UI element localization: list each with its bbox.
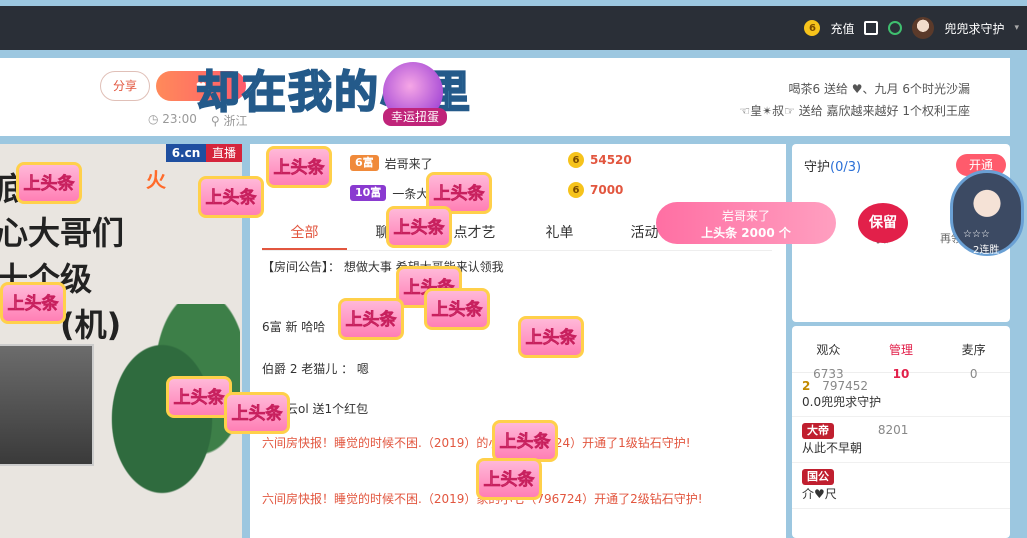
user-name: 从此不早朝 [802,441,863,455]
tab-viewers[interactable]: 观众 6733 [792,326,865,381]
toutiao-sticker: 上头条 [166,376,232,418]
guard-title: 守护(0/3) [804,160,862,175]
tab-mic-queue[interactable]: 麦序 0 [937,326,1010,381]
rank-row[interactable]: 10富 一条大 [350,182,428,204]
time-text: ◷ 23:00 [148,112,197,126]
gift-news-2: ☜皇✴叔☞ 送给 嘉欣越来越好 1个权利王座 [739,104,970,118]
toutiao-sticker: 上头条 [424,288,490,330]
user-id: 797452 [822,379,868,393]
toutiao-sticker: 上头条 [492,420,558,462]
top-bar: 6 充值 兜兜求守护 ▾ [0,6,1027,50]
coin-icon: 6 [568,152,584,168]
rank-icon: 2 [802,379,811,393]
fire-icon: 火 [146,168,166,192]
gift-news-1: 喝茶6 送给 ♥、九月 6个时光沙漏 [788,82,970,96]
streak-text: 2连胜 [973,245,1000,256]
toutiao-sticker: 上头条 [386,206,452,248]
rank-tag: 6富 [350,155,379,171]
cat-image [0,344,94,466]
rank-row[interactable]: 6富 岩哥来了 [350,152,433,174]
video-text: 心大哥们 [0,214,125,252]
toutiao-sticker: 上头条 [198,176,264,218]
gift-banner-sender: 岩哥来了 [721,209,770,223]
site-logo: 6.cn [166,144,206,162]
stars-text: ☆☆☆ [963,229,990,240]
tab-gifts[interactable]: 礼单 [517,222,602,250]
user-avatar[interactable] [912,17,935,39]
audience-row[interactable]: 国公 介♥尺 [792,463,1010,509]
keep-badge[interactable]: 保留 [858,203,908,243]
toutiao-sticker: 上头条 [16,162,82,204]
audience-tabs: 观众 6733 管理 10 麦序 0 [792,326,1010,381]
user-name: 介♥尺 [802,487,837,501]
gift-banner: 岩哥来了 上头条 2000 个 [656,202,836,244]
rank-name: 岩哥来了 [384,156,433,171]
live-badge: 直播 [206,144,242,162]
top-bar-actions: 6 充值 兜兜求守护 ▾ [804,6,1019,50]
toutiao-sticker: 上头条 [476,458,542,500]
toutiao-sticker: 上头条 [224,392,290,434]
gift-banner-gift: 上头条 2000 个 [701,226,791,240]
toutiao-sticker: 上头条 [0,282,66,324]
toutiao-sticker: 上头条 [266,146,332,188]
share-button[interactable]: 分享 [100,71,150,101]
toutiao-sticker: 上头条 [518,316,584,358]
recharge-link[interactable]: 充值 [830,20,854,37]
audience-panel: 观众 6733 管理 10 麦序 0 2 797452 0.0兜兜求守护 大帝 820… [792,326,1010,538]
coin-icon: 6 [804,20,821,36]
tab-admins[interactable]: 管理 10 [865,326,938,381]
audience-row[interactable]: 大帝 8201 从此不早朝 [792,417,1010,463]
anchor-avatar[interactable]: ☆☆☆ 2连胜 [950,170,1024,256]
chat-message: 伯爵 2 老猫儿 ： 嗯 [262,362,369,376]
announcement: 【房间公告】： 想做大事 希望大哥能来认领我 [262,260,504,274]
lucky-egg-label[interactable]: 幸运扭蛋 [383,108,447,126]
toutiao-sticker: 上头条 [338,298,404,340]
rank-value: 6 7000 [568,182,623,198]
rank-tag: 10富 [350,185,387,201]
user-id: 8201 [877,423,909,437]
rank-value: 6 54520 [568,152,632,168]
plant-image [110,304,240,534]
edit-icon[interactable] [864,21,879,35]
user-name: 0.0兜兜求守护 [802,395,882,409]
rank-name: 一条大 [392,186,429,201]
title-badge: 国公 [802,469,834,485]
chevron-down-icon[interactable]: ▾ [1014,23,1019,33]
check-icon[interactable] [888,21,903,35]
room-header: 分享 ❤ ◷ 23:00 ⚲ 浙江 喝茶6 送给 ♥、九月 6个时光沙漏 ☜皇✴… [0,58,1010,136]
video-text: (机) [60,306,122,344]
title-badge: 大帝 [802,423,834,439]
username-menu[interactable]: 兜兜求守护 [944,20,1004,37]
chat-message: 东风云ol 送1个红包 [262,402,369,416]
tab-all[interactable]: 全部 [262,222,347,250]
coin-icon: 6 [568,182,584,198]
